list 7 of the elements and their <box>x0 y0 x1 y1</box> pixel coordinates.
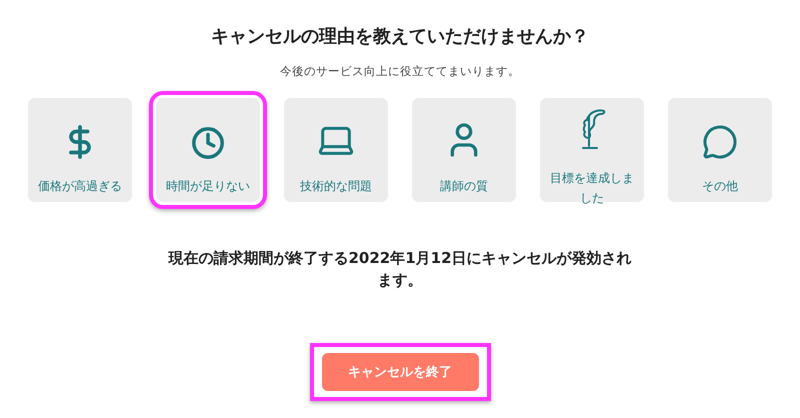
cancellation-notice: 現在の請求期間が終了する2022年1月12日にキャンセルが発効されます。 <box>167 248 633 291</box>
end-cancellation-button[interactable]: キャンセルを終了 <box>322 353 478 391</box>
clock-icon <box>191 126 225 160</box>
subtitle: 今後のサービス向上に役立ててまいります。 <box>280 64 520 79</box>
page-title: キャンセルの理由を教えていただけませんか？ <box>211 25 589 48</box>
reason-card[interactable]: 時間が足りない <box>149 91 267 209</box>
speech-bubble-icon <box>702 124 738 160</box>
